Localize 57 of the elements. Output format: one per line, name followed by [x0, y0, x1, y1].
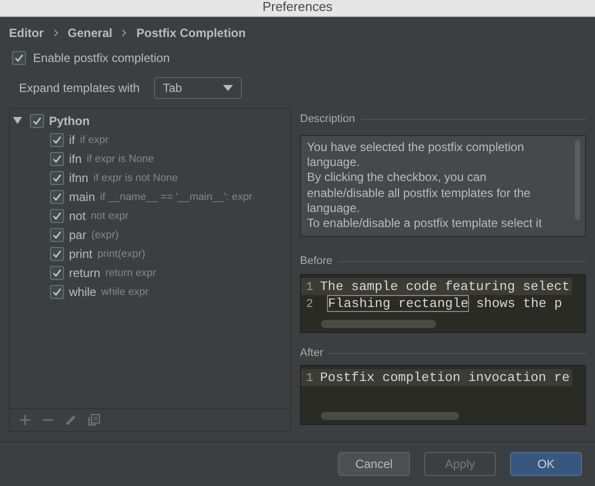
template-hint: while expr	[101, 286, 149, 298]
chevron-icon[interactable]	[121, 29, 128, 37]
checkbox[interactable]	[30, 114, 44, 128]
tree-item[interactable]: while	[69, 284, 96, 298]
template-hint: not expr	[90, 210, 129, 222]
template-hint: (expr)	[91, 228, 119, 240]
breadcrumb-item[interactable]: General	[68, 26, 112, 40]
checkbox[interactable]	[50, 132, 64, 146]
checkbox[interactable]	[12, 51, 26, 65]
tree-item[interactable]: return	[69, 266, 100, 280]
checkbox[interactable]	[50, 152, 64, 166]
checkbox[interactable]	[50, 246, 64, 260]
scrollbar[interactable]	[321, 412, 459, 420]
line-number: 1	[305, 370, 314, 384]
line-number: 1	[305, 280, 314, 294]
description-text: To enable/disable a postfix template select it	[307, 216, 543, 232]
template-hint: if expr is None	[86, 152, 154, 164]
tree-item[interactable]: Python	[49, 114, 90, 128]
checkbox[interactable]	[50, 284, 64, 298]
expand-triangle-icon[interactable]	[13, 116, 22, 125]
checkbox-label: Enable postfix completion	[33, 51, 170, 65]
dialog-button[interactable]: OK	[510, 452, 582, 476]
tree-item[interactable]: ifn	[69, 152, 82, 166]
description-text: By clicking the checkbox, you can enable/disable all postfix templates for the language.	[307, 170, 532, 216]
field-label: Expand templates with	[19, 81, 140, 95]
description-text: You have selected the postfix completion language.	[307, 140, 526, 170]
checkbox[interactable]	[50, 190, 64, 204]
tree-item[interactable]: par	[69, 228, 86, 242]
template-hint: if expr is not None	[93, 172, 178, 184]
tree-item[interactable]: if	[69, 132, 75, 146]
checkbox[interactable]	[50, 208, 64, 222]
breadcrumb-item: Postfix Completion	[136, 26, 246, 40]
chevron-icon[interactable]	[52, 29, 59, 37]
tree-item[interactable]: print	[69, 246, 92, 260]
window-title: Preferences	[0, 0, 595, 17]
code-text: The sample code featuring select	[320, 279, 570, 294]
section-title: After	[300, 347, 324, 359]
template-hint: return expr	[105, 266, 156, 278]
breadcrumb-item[interactable]: Editor	[9, 26, 44, 40]
code-text: shows the p	[475, 296, 562, 311]
checkbox[interactable]	[50, 170, 64, 184]
template-hint: if __name__ == '__main__': expr	[100, 190, 252, 202]
tree-item[interactable]: ifnn	[69, 170, 88, 184]
scrollbar[interactable]	[321, 320, 436, 328]
tree-item[interactable]: main	[69, 190, 96, 204]
template-hint: if expr	[80, 134, 109, 146]
template-hint: print(expr)	[97, 248, 146, 260]
dialog-button[interactable]: Cancel	[338, 452, 410, 476]
caret-icon[interactable]	[222, 85, 233, 91]
tree-item[interactable]: not	[69, 208, 86, 222]
section-title: Description	[300, 113, 356, 125]
section-title: Before	[300, 255, 332, 267]
line-number: 2	[305, 296, 314, 310]
code-text: Postfix completion invocation re	[320, 370, 570, 385]
checkbox[interactable]	[50, 228, 64, 242]
dropdown[interactable]: Tab	[154, 77, 242, 99]
checkbox[interactable]	[50, 266, 64, 280]
